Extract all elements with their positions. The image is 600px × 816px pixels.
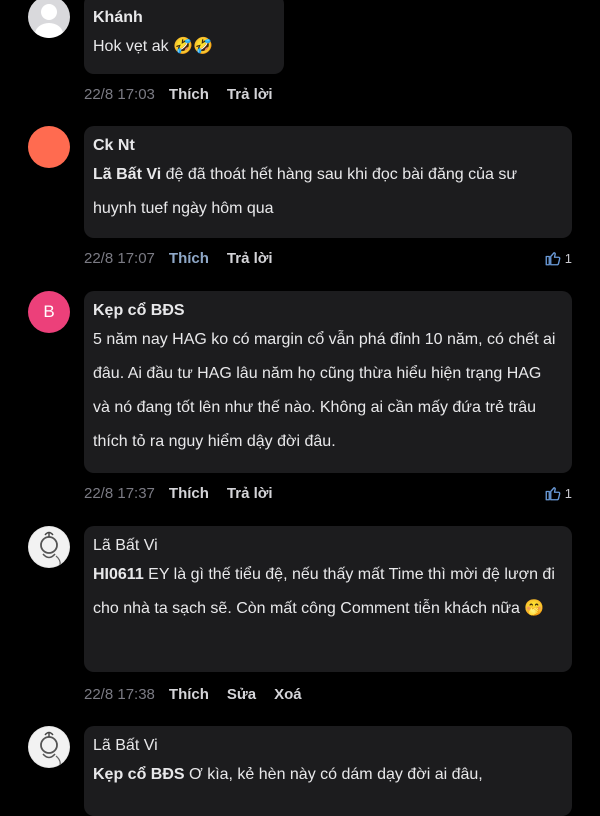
- reply-button[interactable]: Trả lời: [227, 86, 273, 103]
- comment-time: 22/8 17:03: [84, 85, 155, 103]
- drawn-figure-icon: [29, 527, 69, 567]
- reply-button[interactable]: Trả lời: [227, 250, 273, 267]
- delete-button[interactable]: Xoá: [274, 686, 302, 703]
- comment-bubble: Lã Bất Vi HI0611 EY là gì thế tiểu đệ, n…: [84, 526, 572, 672]
- edit-button[interactable]: Sửa: [227, 686, 256, 703]
- comment-text: 5 năm nay HAG ko có margin cổ vẫn phá đỉ…: [93, 331, 556, 450]
- thumbs-up-icon: [545, 252, 561, 266]
- comment-bubble: Kẹp cổ BĐS 5 năm nay HAG ko có margin cổ…: [84, 291, 572, 473]
- mention-link[interactable]: Kẹp cổ BĐS: [93, 766, 185, 783]
- avatar[interactable]: [28, 126, 70, 168]
- comment-text: Lã Bất Vi đệ đã thoát hết hàng sau khi đ…: [93, 166, 518, 217]
- comment-text: HI0611 EY là gì thế tiểu đệ, nếu thấy mấ…: [93, 566, 555, 617]
- default-user-icon: [35, 4, 63, 38]
- like-button[interactable]: Thích: [169, 686, 209, 703]
- avatar[interactable]: B: [28, 291, 70, 333]
- comment-text: Hok vẹt ak 🤣🤣: [93, 38, 213, 55]
- like-count[interactable]: 1: [544, 484, 572, 502]
- comment-author[interactable]: Kẹp cổ BĐS: [93, 301, 558, 321]
- thumbs-up-icon: [545, 487, 561, 501]
- comment-meta: 22/8 17:37 Thích Trả lời 1: [84, 483, 572, 503]
- comment-meta: 22/8 17:03 Thích Trả lời: [84, 84, 572, 104]
- comment-bubble: Khánh Hok vẹt ak 🤣🤣: [84, 0, 284, 74]
- comment-bubble: Lã Bất Vi Kẹp cổ BĐS Ơ kìa, kẻ hèn này c…: [84, 726, 572, 816]
- comment-author[interactable]: Khánh: [93, 8, 270, 28]
- comment-text: Kẹp cổ BĐS Ơ kìa, kẻ hèn này có dám dạy …: [93, 766, 483, 783]
- comment-meta: 22/8 17:38 Thích Sửa Xoá: [84, 684, 572, 704]
- reply-button[interactable]: Trả lời: [227, 485, 273, 502]
- mention-link[interactable]: Lã Bất Vi: [93, 166, 161, 183]
- comment-time: 22/8 17:38: [84, 685, 155, 703]
- comment-author[interactable]: Lã Bất Vi: [93, 536, 558, 556]
- comment-time: 22/8 17:07: [84, 249, 155, 267]
- comment-time: 22/8 17:37: [84, 484, 155, 502]
- drawn-figure-icon: [29, 727, 69, 767]
- avatar[interactable]: [28, 526, 70, 568]
- avatar[interactable]: [28, 726, 70, 768]
- like-button[interactable]: Thích: [169, 86, 209, 103]
- avatar[interactable]: [28, 0, 70, 38]
- comment-author[interactable]: Ck Nt: [93, 136, 558, 156]
- like-count[interactable]: 1: [544, 249, 572, 267]
- comment-bubble: Ck Nt Lã Bất Vi đệ đã thoát hết hàng sau…: [84, 126, 572, 238]
- mention-link[interactable]: HI0611: [93, 566, 144, 583]
- comment-author[interactable]: Lã Bất Vi: [93, 736, 558, 756]
- comment-meta: 22/8 17:07 Thích Trả lời 1: [84, 248, 572, 268]
- like-button[interactable]: Thích: [169, 250, 209, 267]
- like-button[interactable]: Thích: [169, 485, 209, 502]
